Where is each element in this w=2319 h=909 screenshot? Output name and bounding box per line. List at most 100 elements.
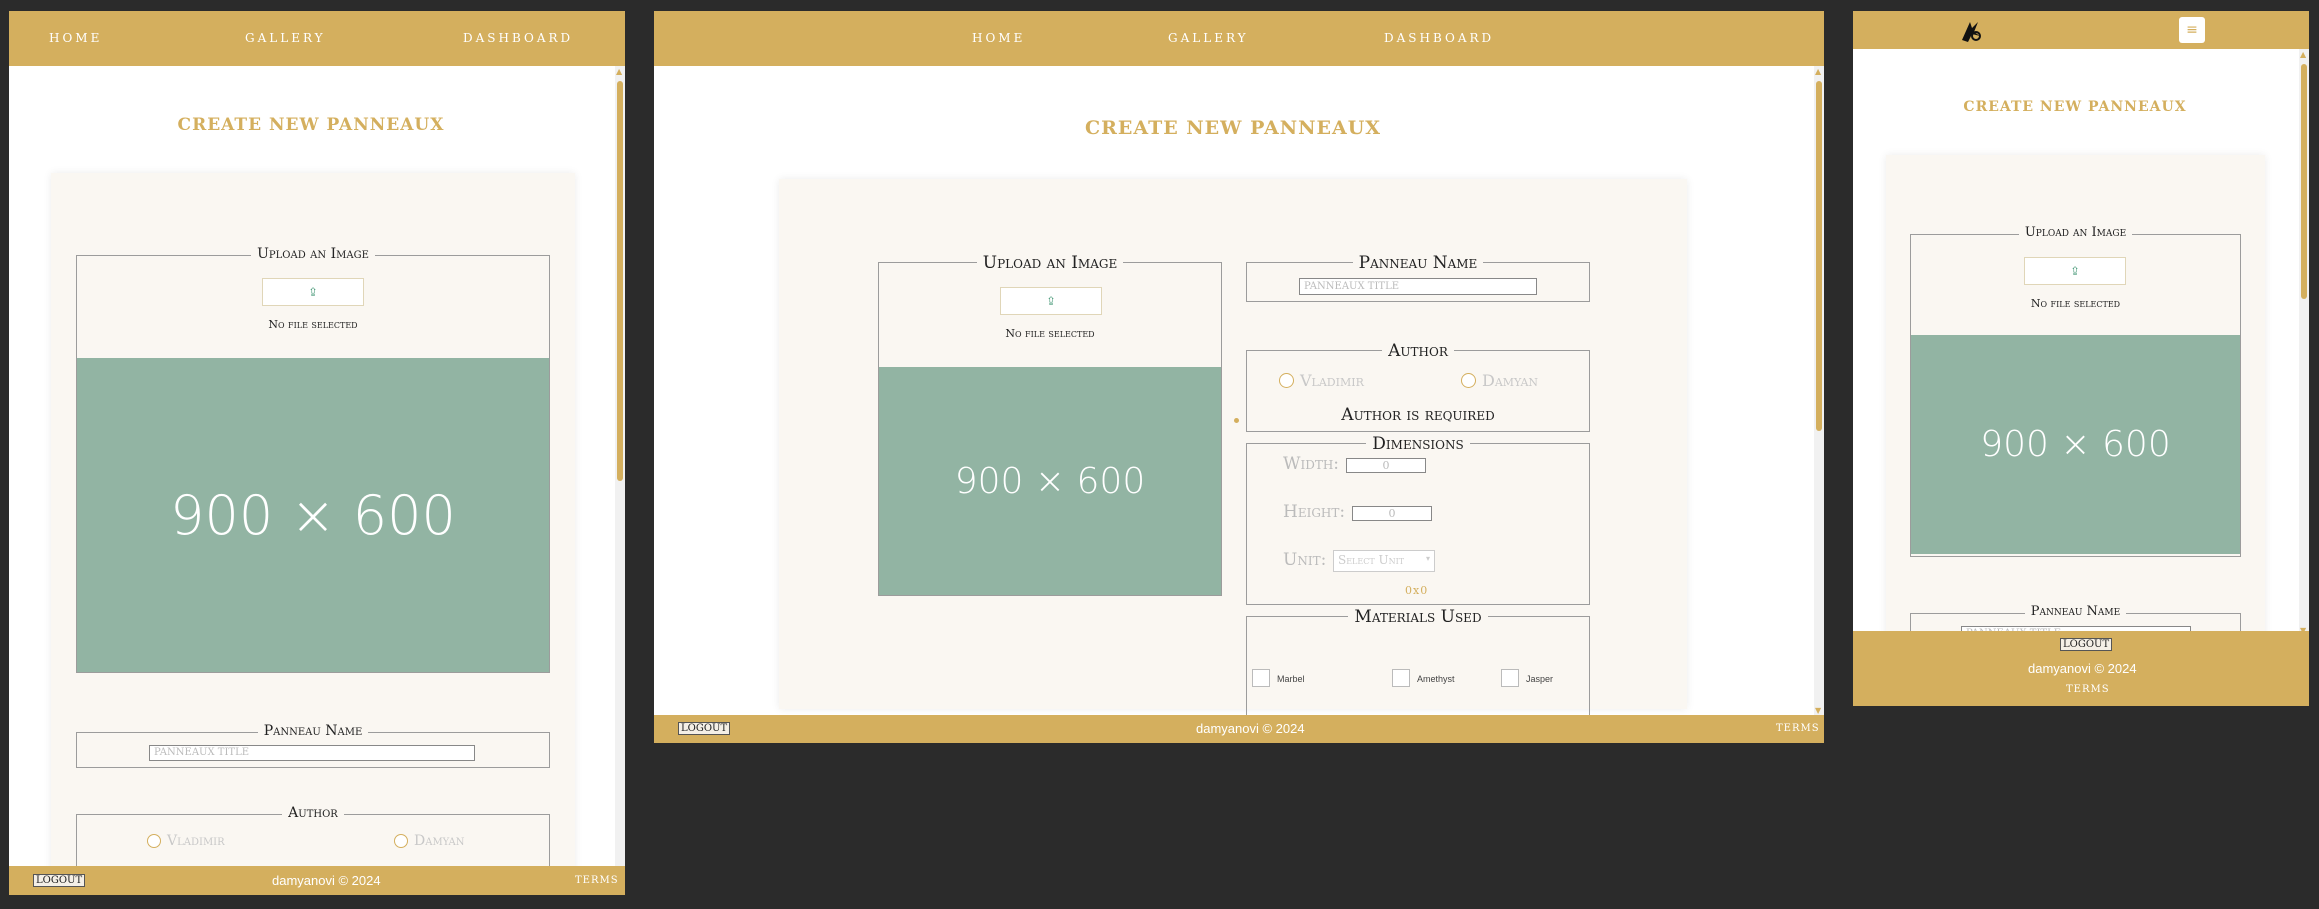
author-option-label: Vladimir xyxy=(167,833,225,849)
scroll-up-arrow-icon[interactable]: ▲ xyxy=(616,68,622,76)
chevron-down-icon: ▾ xyxy=(1425,554,1430,563)
scrollbar-thumb[interactable] xyxy=(617,81,623,481)
dimensions-legend: Dimensions xyxy=(1366,434,1470,454)
scrollbar-thumb[interactable] xyxy=(1816,81,1822,431)
upload-fieldset: Upload an Image ⇪ No file selected 900 ×… xyxy=(878,253,1222,596)
scrollbar[interactable]: ▲ ▼ xyxy=(1814,66,1824,715)
create-form-card: Upload an Image ⇪ No file selected 900 ×… xyxy=(51,173,575,893)
footer: LOGOUT damyanovi © 2024 TERMS xyxy=(1853,631,2309,706)
upload-icon: ⇪ xyxy=(1045,294,1057,308)
nav-dashboard-link[interactable]: Dashboard xyxy=(1384,27,1494,47)
upload-icon: ⇪ xyxy=(307,285,319,299)
scroll-down-arrow-icon[interactable]: ▼ xyxy=(1815,707,1821,715)
author-option-label: Damyan xyxy=(414,833,465,849)
logout-button[interactable]: LOGOUT xyxy=(33,874,86,887)
panneau-name-legend: Panneau Name xyxy=(1352,253,1484,273)
unit-select-placeholder: Select Unit xyxy=(1338,553,1405,567)
dimensions-preview: 0x0 xyxy=(1405,584,1429,597)
panneau-name-legend: Panneau Name xyxy=(257,723,369,739)
image-placeholder: 900 × 600 xyxy=(1911,335,2240,554)
nav-home-link[interactable]: Home xyxy=(49,27,102,47)
brand-logo-icon[interactable] xyxy=(1958,18,1984,44)
author-legend: Author xyxy=(282,805,344,821)
author-fieldset: Author Vladimir Damyan Author is require… xyxy=(1246,341,1590,432)
no-file-text: No file selected xyxy=(268,318,358,331)
copyright-text: damyanovi © 2024 xyxy=(1196,721,1305,736)
no-file-text: No file selected xyxy=(1005,327,1095,340)
hamburger-menu-icon[interactable]: ≡ xyxy=(2179,17,2205,43)
author-option-damyan[interactable]: Damyan xyxy=(1461,371,1538,390)
nav-dashboard-link[interactable]: Dashboard xyxy=(463,27,573,47)
material-label: Amethyst xyxy=(1417,674,1455,684)
scroll-up-arrow-icon[interactable]: ▲ xyxy=(1815,68,1821,76)
navbar: Home Gallery Dashboard xyxy=(654,11,1824,66)
logout-button[interactable]: LOGOUT xyxy=(678,722,731,735)
nav-gallery-link[interactable]: Gallery xyxy=(245,27,326,47)
author-legend: Author xyxy=(1382,341,1454,361)
upload-legend: Upload an Image xyxy=(976,253,1124,273)
viewport-mobile: ≡ CREATE NEW PANNEAUX Upload an Image ⇪ … xyxy=(1853,11,2309,706)
material-label: Jasper xyxy=(1526,674,1554,684)
author-fieldset: Author Vladimir Damyan xyxy=(76,805,550,874)
copyright-text: damyanovi © 2024 xyxy=(272,873,381,888)
dimensions-fieldset: Dimensions Width: 0 Height: 0 Unit: Sele… xyxy=(1246,434,1590,605)
upload-legend: Upload an Image xyxy=(251,246,375,262)
radio-circle-icon xyxy=(1461,373,1476,388)
materials-fieldset: Materials Used Marbel Amethyst Jasper xyxy=(1246,607,1590,716)
copyright-text: damyanovi © 2024 xyxy=(2028,661,2137,676)
upload-button[interactable]: ⇪ xyxy=(262,278,364,306)
radio-circle-icon xyxy=(394,834,408,848)
unit-label: Unit: xyxy=(1283,550,1327,570)
panneau-name-legend: Panneau Name xyxy=(2024,604,2127,619)
terms-link[interactable]: TERMS xyxy=(575,875,619,886)
author-option-damyan[interactable]: Damyan xyxy=(394,833,464,849)
page-title: CREATE NEW PANNEAUX xyxy=(1963,99,2187,115)
material-checkbox-amethyst[interactable] xyxy=(1392,669,1410,687)
upload-legend: Upload an Image xyxy=(2018,225,2133,240)
author-option-vladimir[interactable]: Vladimir xyxy=(1279,371,1364,390)
footer: LOGOUT damyanovi © 2024 TERMS xyxy=(654,715,1824,743)
scroll-up-arrow-icon[interactable]: ▲ xyxy=(2300,51,2306,59)
terms-link[interactable]: TERMS xyxy=(1776,723,1820,734)
upload-fieldset: Upload an Image ⇪ No file selected 900 ×… xyxy=(1910,225,2241,557)
material-label: Marbel xyxy=(1277,674,1305,684)
author-option-label: Damyan xyxy=(1482,371,1539,390)
nav-home-link[interactable]: Home xyxy=(972,27,1025,47)
radio-circle-icon xyxy=(1279,373,1294,388)
material-checkbox-jasper[interactable] xyxy=(1501,669,1519,687)
logout-button[interactable]: LOGOUT xyxy=(2060,638,2113,651)
no-file-text: No file selected xyxy=(2030,297,2121,310)
panneau-title-input[interactable]: PANNEAUX TITLE xyxy=(149,745,475,761)
navbar: Home Gallery Dashboard xyxy=(9,11,625,66)
viewport-medium: Home Gallery Dashboard CREATE NEW PANNEA… xyxy=(9,11,625,895)
nav-gallery-link[interactable]: Gallery xyxy=(1168,27,1249,47)
separator-dot xyxy=(1234,418,1239,423)
author-option-vladimir[interactable]: Vladimir xyxy=(147,833,225,849)
upload-button[interactable]: ⇪ xyxy=(1000,287,1102,315)
create-form-card: Upload an Image ⇪ No file selected 900 ×… xyxy=(1886,155,2265,665)
panneau-name-fieldset: Panneau Name PANNEAUX TITLE xyxy=(1246,253,1590,302)
author-required-error: Author is required xyxy=(1341,405,1495,425)
page-title: CREATE NEW PANNEAUX xyxy=(1084,117,1382,139)
upload-fieldset: Upload an Image ⇪ No file selected 900 ×… xyxy=(76,246,550,673)
material-checkbox-marbel[interactable] xyxy=(1252,669,1270,687)
height-label: Height: xyxy=(1283,502,1346,522)
page-title: CREATE NEW PANNEAUX xyxy=(177,115,445,135)
panneau-title-input[interactable]: PANNEAUX TITLE xyxy=(1299,278,1537,295)
width-input[interactable]: 0 xyxy=(1346,458,1426,473)
viewport-desktop: Home Gallery Dashboard CREATE NEW PANNEA… xyxy=(654,11,1824,743)
scrollbar-thumb[interactable] xyxy=(2301,64,2307,299)
radio-circle-icon xyxy=(147,834,161,848)
upload-icon: ⇪ xyxy=(2069,264,2081,278)
author-option-label: Vladimir xyxy=(1300,371,1364,390)
image-placeholder: 900 × 600 xyxy=(879,367,1221,595)
height-input[interactable]: 0 xyxy=(1352,506,1432,521)
create-form-card: Upload an Image ⇪ No file selected 900 ×… xyxy=(779,179,1687,716)
terms-link[interactable]: TERMS xyxy=(2066,684,2110,695)
scrollbar[interactable]: ▲ ▼ xyxy=(2299,49,2309,635)
image-placeholder: 900 × 600 xyxy=(77,358,549,672)
footer: LOGOUT damyanovi © 2024 TERMS xyxy=(9,866,625,895)
upload-button[interactable]: ⇪ xyxy=(2024,257,2126,285)
unit-select[interactable]: Select Unit ▾ xyxy=(1333,550,1435,572)
scrollbar[interactable]: ▲ ▼ xyxy=(615,66,625,876)
